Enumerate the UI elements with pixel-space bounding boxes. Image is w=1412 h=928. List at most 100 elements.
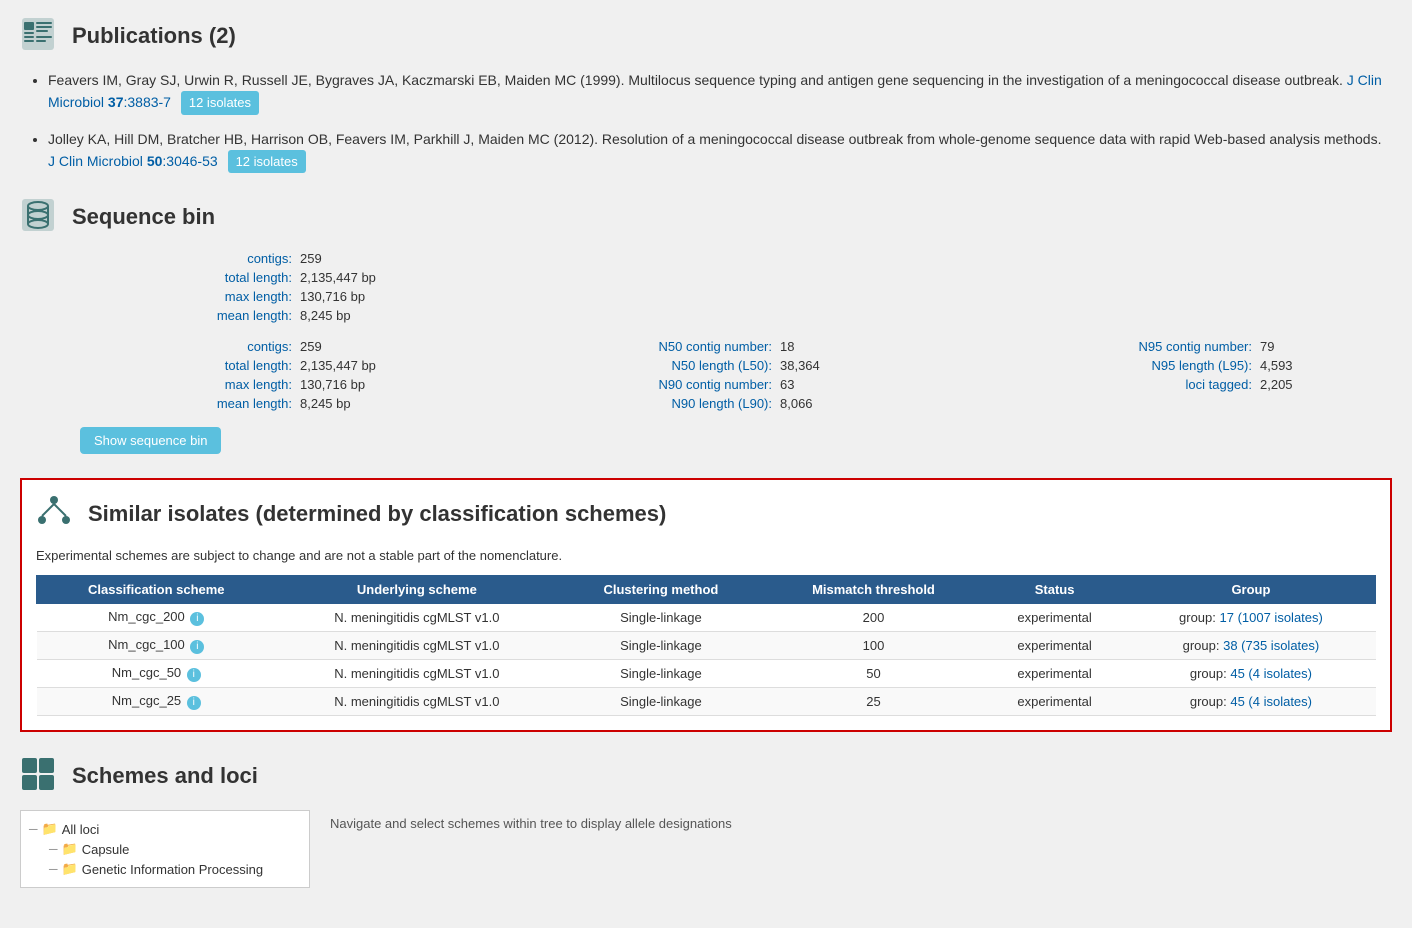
pub1-isolates-badge[interactable]: 12 isolates	[181, 91, 259, 115]
publication-item-1: Feavers IM, Gray SJ, Urwin R, Russell JE…	[48, 70, 1392, 115]
scheme-nm100: Nm_cgc_100 i	[37, 632, 277, 660]
mean-len-value2: 8,245 bp	[300, 396, 480, 411]
mean-length-value: 8,245 bp	[300, 308, 580, 323]
status-50: experimental	[983, 660, 1127, 688]
classification-table: Classification scheme Underlying scheme …	[36, 575, 1376, 716]
tree-item-genetic[interactable]: ─ 📁 Genetic Information Processing	[49, 859, 301, 879]
total-length-value: 2,135,447 bp	[300, 270, 580, 285]
threshold-50: 50	[764, 660, 983, 688]
publication-item-2: Jolley KA, Hill DM, Bratcher HB, Harriso…	[48, 129, 1392, 174]
page-container: Publications (2) Feavers IM, Gray SJ, Ur…	[0, 0, 1412, 928]
scheme-nm50: Nm_cgc_50 i	[37, 660, 277, 688]
sequence-bin-header: Sequence bin	[20, 197, 1392, 237]
clustering-25: Single-linkage	[558, 688, 765, 716]
table-row: Nm_cgc_100 i N. meningitidis cgMLST v1.0…	[37, 632, 1376, 660]
col-threshold: Mismatch threshold	[764, 576, 983, 604]
folder-icon-genetic: 📁	[62, 861, 78, 877]
underlying-50: N. meningitidis cgMLST v1.0	[276, 660, 558, 688]
pub2-isolates-badge[interactable]: 12 isolates	[228, 150, 306, 174]
group-100: group: 38 (735 isolates)	[1126, 632, 1375, 660]
contigs-label2: contigs:	[80, 339, 300, 354]
contigs-label: contigs:	[80, 251, 300, 266]
status-200: experimental	[983, 604, 1127, 632]
similar-isolates-title: Similar isolates (determined by classifi…	[88, 501, 666, 527]
folder-icon-all: 📁	[42, 821, 58, 837]
mean-len-label2: mean length:	[80, 396, 300, 411]
schemes-content: ─ 📁 All loci ─ 📁 Capsule ─ 📁 Genetic Inf…	[20, 810, 1392, 888]
similar-isolates-header: Similar isolates (determined by classifi…	[36, 494, 1376, 534]
info-icon-100[interactable]: i	[190, 640, 204, 654]
group-200: group: 17 (1007 isolates)	[1126, 604, 1375, 632]
max-len-value2: 130,716 bp	[300, 377, 480, 392]
experimental-note: Experimental schemes are subject to chan…	[36, 548, 1376, 563]
n50-contig-value: 18	[780, 339, 960, 354]
pub2-journal-link[interactable]: J Clin Microbiol 50:3046-53	[48, 153, 222, 169]
tree-label-genetic: Genetic Information Processing	[82, 862, 263, 877]
n90-contig-label: N90 contig number:	[560, 377, 780, 392]
clustering-50: Single-linkage	[558, 660, 765, 688]
n95-contig-label: N95 contig number:	[1040, 339, 1260, 354]
schemes-loci-section: Schemes and loci ─ 📁 All loci ─ 📁 Capsul…	[20, 756, 1392, 888]
max-length-value: 130,716 bp	[300, 289, 580, 304]
underlying-200: N. meningitidis cgMLST v1.0	[276, 604, 558, 632]
info-icon-200[interactable]: i	[190, 612, 204, 626]
threshold-200: 200	[764, 604, 983, 632]
table-row: Nm_cgc_50 i N. meningitidis cgMLST v1.0 …	[37, 660, 1376, 688]
n90-contig-value: 63	[780, 377, 960, 392]
sequence-bin-section: Sequence bin contigs: 259 total length: …	[20, 197, 1392, 454]
tree-label-capsule: Capsule	[82, 842, 130, 857]
scheme-nm25: Nm_cgc_25 i	[37, 688, 277, 716]
n95-length-label: N95 length (L95):	[1040, 358, 1260, 373]
col-group: Group	[1126, 576, 1375, 604]
table-row: Nm_cgc_25 i N. meningitidis cgMLST v1.0 …	[37, 688, 1376, 716]
info-icon-25[interactable]: i	[187, 696, 201, 710]
loci-tagged-label: loci tagged:	[1040, 377, 1260, 392]
group-50: group: 45 (4 isolates)	[1126, 660, 1375, 688]
n95-contig-value: 79	[1260, 339, 1412, 354]
publications-icon	[20, 16, 60, 56]
n90-length-label: N90 length (L90):	[560, 396, 780, 411]
group-link-200[interactable]: 17 (1007 isolates)	[1220, 610, 1323, 625]
group-link-50[interactable]: 45 (4 isolates)	[1230, 666, 1312, 681]
n50-contig-label: N50 contig number:	[560, 339, 780, 354]
n50-length-label: N50 length (L50):	[560, 358, 780, 373]
threshold-25: 25	[764, 688, 983, 716]
total-length-label: total length:	[80, 270, 300, 285]
group-link-100[interactable]: 38 (735 isolates)	[1223, 638, 1319, 653]
info-icon-50[interactable]: i	[187, 668, 201, 682]
publications-section: Publications (2) Feavers IM, Gray SJ, Ur…	[20, 16, 1392, 173]
schemes-loci-header: Schemes and loci	[20, 756, 1392, 796]
schemes-loci-title: Schemes and loci	[72, 763, 258, 789]
col-underlying: Underlying scheme	[276, 576, 558, 604]
tree-item-all-loci[interactable]: ─ 📁 All loci	[29, 819, 301, 839]
folder-icon-capsule: 📁	[62, 841, 78, 857]
col-status: Status	[983, 576, 1127, 604]
table-row: Nm_cgc_200 i N. meningitidis cgMLST v1.0…	[37, 604, 1376, 632]
threshold-100: 100	[764, 632, 983, 660]
similar-isolates-icon	[36, 494, 76, 534]
n95-length-value: 4,593	[1260, 358, 1412, 373]
status-25: experimental	[983, 688, 1127, 716]
sequence-bin-title: Sequence bin	[72, 204, 215, 230]
col-scheme: Classification scheme	[37, 576, 277, 604]
underlying-25: N. meningitidis cgMLST v1.0	[276, 688, 558, 716]
scheme-nm200: Nm_cgc_200 i	[37, 604, 277, 632]
clustering-200: Single-linkage	[558, 604, 765, 632]
publications-list: Feavers IM, Gray SJ, Urwin R, Russell JE…	[20, 70, 1392, 173]
loci-tagged-value: 2,205	[1260, 377, 1412, 392]
total-len-label2: total length:	[80, 358, 300, 373]
group-link-25[interactable]: 45 (4 isolates)	[1230, 694, 1312, 709]
pub2-authors: Jolley KA, Hill DM, Bratcher HB, Harriso…	[48, 131, 1381, 147]
contigs-value: 259	[300, 251, 580, 266]
group-25: group: 45 (4 isolates)	[1126, 688, 1375, 716]
pub1-authors: Feavers IM, Gray SJ, Urwin R, Russell JE…	[48, 72, 1343, 88]
table-header-row: Classification scheme Underlying scheme …	[37, 576, 1376, 604]
total-len-value2: 2,135,447 bp	[300, 358, 480, 373]
show-sequence-bin-button[interactable]: Show sequence bin	[80, 427, 221, 454]
similar-isolates-section: Similar isolates (determined by classifi…	[20, 478, 1392, 732]
n90-length-value: 8,066	[780, 396, 960, 411]
tree-item-capsule[interactable]: ─ 📁 Capsule	[49, 839, 301, 859]
publications-header: Publications (2)	[20, 16, 1392, 56]
sequence-bin-icon	[20, 197, 60, 237]
max-len-label2: max length:	[80, 377, 300, 392]
